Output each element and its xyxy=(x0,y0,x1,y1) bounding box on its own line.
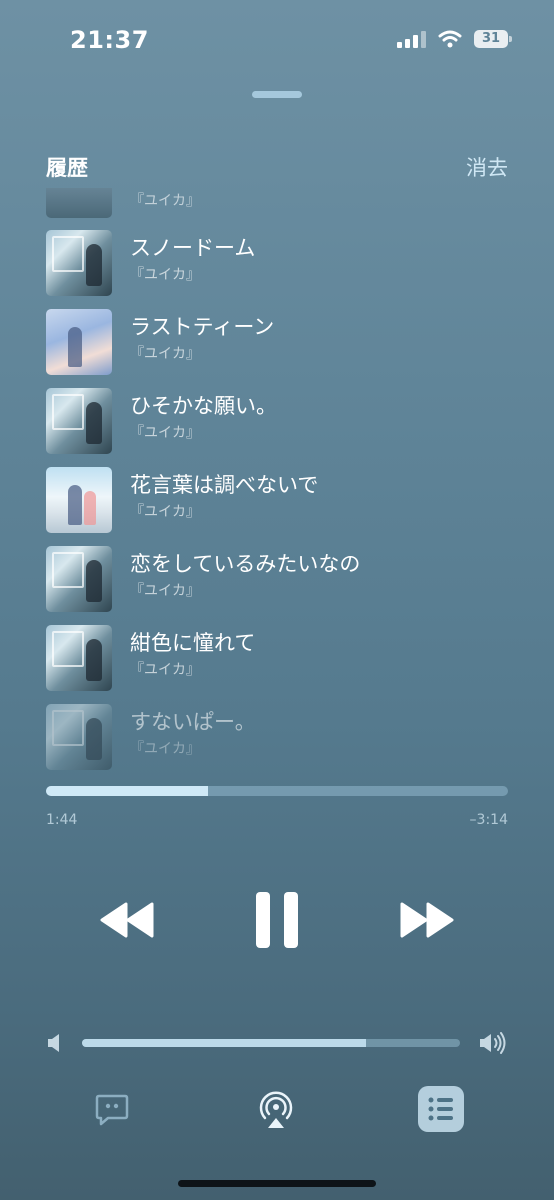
quote-bubble-icon xyxy=(95,1094,129,1126)
song-artist: 『ユイカ』 xyxy=(130,267,200,283)
song-title: スノードーム xyxy=(130,236,256,260)
wifi-icon xyxy=(438,30,462,48)
volume-slider[interactable] xyxy=(82,1039,460,1047)
list-icon xyxy=(428,1097,453,1121)
history-title: 履歴 xyxy=(46,156,88,180)
album-art xyxy=(46,388,112,454)
list-item[interactable]: すないぱー。 『ユイカ』 xyxy=(46,704,516,772)
volume-slider-fill xyxy=(82,1039,366,1047)
song-title: 恋をしているみたいなの xyxy=(130,552,361,576)
playback-scrubber[interactable] xyxy=(46,786,508,796)
list-item[interactable]: ラストティーン 『ユイカ』 xyxy=(46,309,516,377)
elapsed-time: 1:44 xyxy=(46,812,78,828)
song-artist: 『ユイカ』 xyxy=(130,425,200,441)
volume-low-icon xyxy=(48,1034,59,1052)
album-art xyxy=(46,230,112,296)
airplay-button[interactable] xyxy=(256,1090,296,1130)
queue-button[interactable] xyxy=(418,1086,464,1132)
lyrics-button[interactable] xyxy=(94,1092,130,1128)
list-item[interactable]: 恋をしているみたいなの 『ユイカ』 xyxy=(46,546,516,614)
list-item[interactable]: スノードーム 『ユイカ』 xyxy=(46,230,516,298)
song-artist: 『ユイカ』 xyxy=(130,583,200,599)
song-artist: 『ユイカ』 xyxy=(130,741,200,757)
song-artist: 『ユイカ』 xyxy=(130,193,200,209)
album-art xyxy=(46,188,112,218)
sheet-grabber[interactable] xyxy=(252,91,302,98)
song-artist: 『ユイカ』 xyxy=(130,504,200,520)
list-item[interactable]: ひそかな願い。 『ユイカ』 xyxy=(46,388,516,456)
playback-progress-fill xyxy=(46,786,208,796)
song-title: ひそかな願い。 xyxy=(130,394,277,418)
album-art xyxy=(46,546,112,612)
airplay-icon xyxy=(259,1091,293,1128)
song-title: 花言葉は調べないで xyxy=(130,473,319,497)
history-list[interactable]: 『ユイカ』 スノードーム 『ユイカ』 ラストティーン 『ユイカ』 ひそかな願い。… xyxy=(0,188,554,774)
album-art xyxy=(46,704,112,770)
forward-icon xyxy=(400,902,454,938)
backward-icon xyxy=(100,902,154,938)
album-art xyxy=(46,625,112,691)
pause-button[interactable] xyxy=(254,892,300,948)
battery-icon: 31 xyxy=(474,30,512,48)
list-item[interactable]: 花言葉は調べないで 『ユイカ』 xyxy=(46,467,516,535)
album-art xyxy=(46,309,112,375)
home-indicator[interactable] xyxy=(178,1180,376,1187)
album-art xyxy=(46,467,112,533)
song-artist: 『ユイカ』 xyxy=(130,662,200,678)
list-item-partial[interactable]: 『ユイカ』 xyxy=(46,188,446,218)
song-title: ラストティーン xyxy=(130,315,275,339)
status-indicators: 31 xyxy=(397,30,512,48)
pause-icon xyxy=(256,892,298,948)
remaining-time: –3:14 xyxy=(469,812,508,828)
song-title: 紺色に憧れて xyxy=(130,631,256,655)
status-time: 21:37 xyxy=(70,26,149,54)
cellular-signal-icon xyxy=(397,30,426,48)
list-item[interactable]: 紺色に憧れて 『ユイカ』 xyxy=(46,625,516,693)
song-artist: 『ユイカ』 xyxy=(130,346,200,362)
forward-button[interactable] xyxy=(398,900,456,940)
rewind-button[interactable] xyxy=(98,900,156,940)
clear-history-button[interactable]: 消去 xyxy=(466,152,508,182)
song-title: すないぱー。 xyxy=(130,710,256,734)
volume-high-icon xyxy=(480,1032,506,1054)
